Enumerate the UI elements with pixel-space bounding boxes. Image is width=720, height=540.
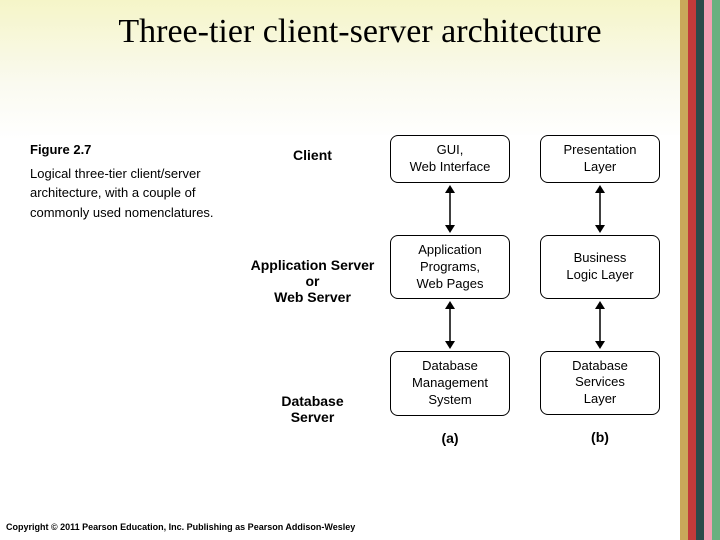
double-arrow-icon [390,183,510,235]
box-a-top: GUI, Web Interface [390,135,510,183]
double-arrow-icon [540,183,660,235]
decorative-side-stripes [680,0,720,540]
column-b: Presentation Layer Business Logic Layer … [540,135,660,445]
figure-caption: Figure 2.7 Logical three-tier client/ser… [30,140,230,222]
double-arrow-icon [540,299,660,351]
box-b-top: Presentation Layer [540,135,660,183]
tier-label-db-server: Database Server [245,393,380,425]
box-b-bot: Database Services Layer [540,351,660,416]
tier-label-client: Client [245,147,380,163]
figure-diagram: Figure 2.7 Logical three-tier client/ser… [30,135,680,495]
copyright-text: Copyright © 2011 Pearson Education, Inc.… [6,522,355,532]
figure-number: Figure 2.7 [30,140,230,160]
figure-caption-text: Logical three-tier client/server archite… [30,166,214,220]
tier-label-app-server: Application Server or Web Server [245,257,380,305]
column-a-label: (a) [390,430,510,446]
box-a-mid: Application Programs, Web Pages [390,235,510,300]
box-a-bot: Database Management System [390,351,510,416]
box-b-mid: Business Logic Layer [540,235,660,299]
double-arrow-icon [390,299,510,351]
slide-title: Three-tier client-server architecture [0,0,720,51]
column-a: GUI, Web Interface Application Programs,… [390,135,510,446]
column-b-label: (b) [540,429,660,445]
